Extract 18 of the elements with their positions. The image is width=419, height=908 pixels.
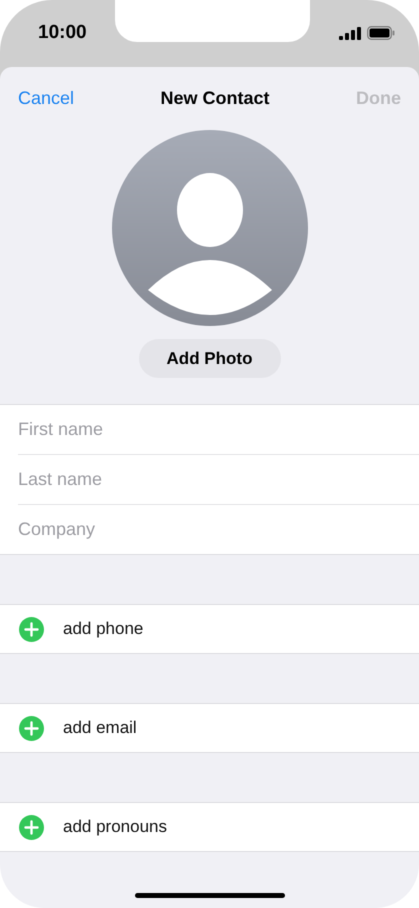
nav-title: New Contact — [160, 88, 270, 108]
add-photo-button[interactable]: Add Photo — [138, 339, 280, 378]
add-icon — [19, 716, 44, 740]
add-row-label: add pronouns — [63, 817, 167, 837]
signal-icon — [338, 26, 361, 40]
text-field[interactable]: Last name — [18, 469, 398, 490]
text-field[interactable]: First name — [18, 419, 398, 440]
avatar-icon — [112, 130, 308, 326]
add-row[interactable]: add email — [0, 704, 419, 752]
add-icon — [19, 616, 44, 642]
add-row[interactable]: add pronouns — [0, 803, 419, 851]
add-row-label: add phone — [63, 619, 144, 639]
add-icon — [19, 814, 44, 840]
add-row[interactable]: add phone — [0, 605, 419, 653]
text-field[interactable]: Company — [18, 519, 398, 540]
battery-icon — [366, 26, 395, 40]
status-time: 10:00 — [38, 22, 87, 44]
add-row-label: add email — [63, 718, 137, 738]
